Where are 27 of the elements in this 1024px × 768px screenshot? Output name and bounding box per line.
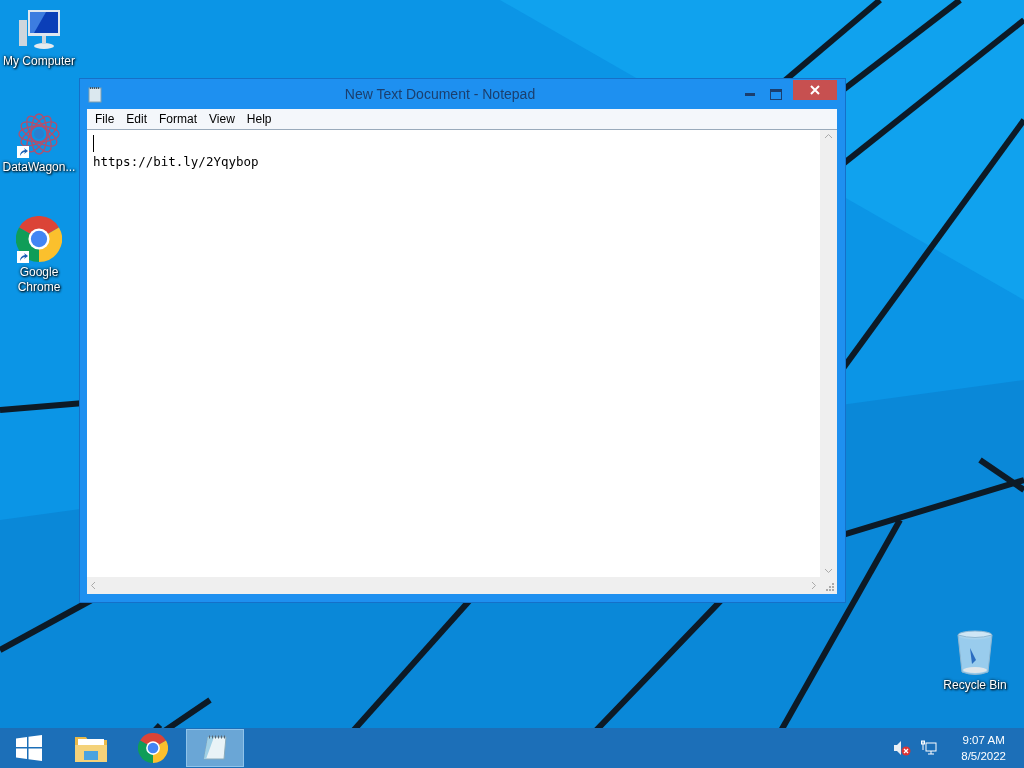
muted-speaker-icon[interactable] bbox=[893, 740, 912, 756]
notepad-icon bbox=[87, 85, 103, 103]
recycle-bin-icon[interactable] bbox=[956, 630, 994, 676]
menu-item[interactable]: View bbox=[203, 112, 241, 126]
close-button[interactable] bbox=[793, 80, 837, 100]
chrome-icon bbox=[138, 733, 168, 763]
menu-item[interactable]: Edit bbox=[120, 112, 154, 126]
close-icon bbox=[810, 85, 820, 95]
network-icon[interactable] bbox=[921, 740, 938, 756]
minimize-icon bbox=[745, 92, 755, 96]
chrome-icon bbox=[16, 216, 62, 262]
windows-logo-icon bbox=[16, 735, 42, 761]
horizontal-scrollbar[interactable] bbox=[87, 577, 820, 594]
window-title: New Text Document - Notepad bbox=[343, 86, 537, 102]
desktop-icon-label[interactable]: Recycle Bin bbox=[943, 678, 1007, 693]
menu-item[interactable]: File bbox=[89, 112, 121, 126]
menu-item[interactable]: Format bbox=[153, 112, 204, 126]
computer-icon[interactable] bbox=[16, 8, 62, 52]
menu-item[interactable]: Help bbox=[240, 112, 278, 126]
clock[interactable]: 9:07 AM 8/5/2022 bbox=[961, 732, 1006, 764]
shortcut-arrow-icon bbox=[17, 251, 29, 263]
taskbar-button[interactable] bbox=[186, 729, 244, 767]
network-pattern-icon[interactable] bbox=[16, 111, 62, 157]
shortcut-arrow-icon bbox=[17, 146, 29, 158]
notepad-icon bbox=[200, 733, 230, 763]
maximize-icon bbox=[770, 88, 782, 100]
vertical-scrollbar[interactable] bbox=[820, 130, 837, 577]
